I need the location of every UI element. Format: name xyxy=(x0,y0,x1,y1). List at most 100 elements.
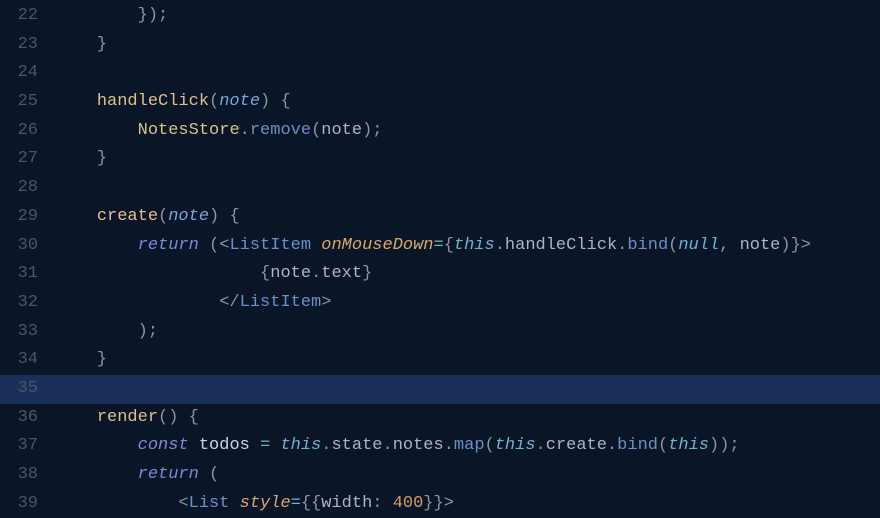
code-token: ( xyxy=(199,465,219,484)
code-token: = xyxy=(260,436,270,455)
line-number: 25 xyxy=(0,88,38,117)
line-number: 32 xyxy=(0,289,38,318)
code-line[interactable]: ); xyxy=(56,318,880,347)
code-line[interactable]: return (<ListItem onMouseDown={this.hand… xyxy=(56,232,880,261)
code-line[interactable]: </ListItem> xyxy=(56,289,880,318)
code-token xyxy=(56,92,97,111)
code-token xyxy=(56,494,178,513)
line-number: 37 xyxy=(0,432,38,461)
line-number: 22 xyxy=(0,2,38,31)
code-token: text xyxy=(321,264,362,283)
code-token: note xyxy=(321,121,362,140)
code-token xyxy=(56,408,97,427)
code-line[interactable] xyxy=(56,174,880,203)
code-token: create xyxy=(546,436,607,455)
code-token: const xyxy=(138,436,189,455)
line-number: 34 xyxy=(0,346,38,375)
line-number: 39 xyxy=(0,490,38,518)
code-line[interactable]: } xyxy=(56,145,880,174)
code-token: . xyxy=(321,436,331,455)
code-token: )); xyxy=(709,436,740,455)
code-token: note xyxy=(740,236,781,255)
code-token xyxy=(250,436,260,455)
line-number: 26 xyxy=(0,117,38,146)
code-token: }} xyxy=(423,494,443,513)
line-number: 23 xyxy=(0,31,38,60)
code-token: . xyxy=(444,436,454,455)
code-token: handleClick xyxy=(97,92,209,111)
code-token: } xyxy=(56,35,107,54)
code-area[interactable]: }); } handleClick(note) { NotesStore.rem… xyxy=(56,0,880,507)
code-token: null xyxy=(678,236,719,255)
code-token: > xyxy=(444,494,454,513)
code-token: width xyxy=(321,494,372,513)
code-token: ( xyxy=(668,236,678,255)
line-number: 35 xyxy=(0,375,38,404)
line-number: 33 xyxy=(0,318,38,347)
code-line[interactable]: } xyxy=(56,31,880,60)
code-token: 400 xyxy=(393,494,424,513)
code-token: this xyxy=(495,436,536,455)
code-token: < xyxy=(219,236,229,255)
code-line[interactable]: } xyxy=(56,346,880,375)
code-line[interactable]: handleClick(note) { xyxy=(56,88,880,117)
line-number: 30 xyxy=(0,232,38,261)
code-line[interactable]: create(note) { xyxy=(56,203,880,232)
code-token: ( xyxy=(485,436,495,455)
code-token: )} xyxy=(780,236,800,255)
code-line[interactable] xyxy=(56,59,880,88)
code-token: , xyxy=(719,236,739,255)
code-line[interactable]: }); xyxy=(56,2,880,31)
code-token: ); xyxy=(56,322,158,341)
code-token: : xyxy=(372,494,392,513)
code-line[interactable]: render() { xyxy=(56,404,880,433)
code-token: {{ xyxy=(301,494,321,513)
code-line[interactable]: const todos = this.state.notes.map(this.… xyxy=(56,432,880,461)
code-token: </ xyxy=(219,293,239,312)
code-token: map xyxy=(454,436,485,455)
code-token: . xyxy=(536,436,546,455)
code-token: . xyxy=(495,236,505,255)
code-token: note xyxy=(168,207,209,226)
code-token: () { xyxy=(158,408,199,427)
code-token: handleClick xyxy=(505,236,617,255)
code-token: onMouseDown xyxy=(321,236,433,255)
code-token: todos xyxy=(199,436,250,455)
code-token: } xyxy=(56,149,107,168)
line-number: 36 xyxy=(0,404,38,433)
code-token xyxy=(56,465,138,484)
code-line[interactable]: {note.text} xyxy=(56,260,880,289)
code-token xyxy=(189,436,199,455)
code-token: ( xyxy=(209,92,219,111)
code-line[interactable]: return ( xyxy=(56,461,880,490)
code-line[interactable]: <List style={{width: 400}}> xyxy=(56,490,880,518)
code-token xyxy=(56,121,138,140)
line-number: 28 xyxy=(0,174,38,203)
line-number: 31 xyxy=(0,260,38,289)
code-token: ( xyxy=(199,236,219,255)
code-line[interactable] xyxy=(56,375,880,404)
code-token: ) { xyxy=(209,207,240,226)
code-token: . xyxy=(617,236,627,255)
code-token: note xyxy=(270,264,311,283)
line-number: 29 xyxy=(0,203,38,232)
code-token: . xyxy=(311,264,321,283)
code-token: . xyxy=(607,436,617,455)
code-token xyxy=(311,236,321,255)
code-editor[interactable]: 222324252627282930313233343536373839 });… xyxy=(0,0,880,507)
code-token: return xyxy=(138,236,199,255)
code-token: . xyxy=(240,121,250,140)
code-token xyxy=(56,293,219,312)
code-token: { xyxy=(444,236,454,255)
code-token: this xyxy=(280,436,321,455)
code-token: ( xyxy=(658,436,668,455)
code-line[interactable]: NotesStore.remove(note); xyxy=(56,117,880,146)
code-token: > xyxy=(321,293,331,312)
code-token: } xyxy=(56,350,107,369)
line-number: 24 xyxy=(0,59,38,88)
code-token: = xyxy=(291,494,301,513)
code-token: . xyxy=(383,436,393,455)
code-token xyxy=(56,207,97,226)
code-token xyxy=(56,236,138,255)
line-number: 27 xyxy=(0,145,38,174)
